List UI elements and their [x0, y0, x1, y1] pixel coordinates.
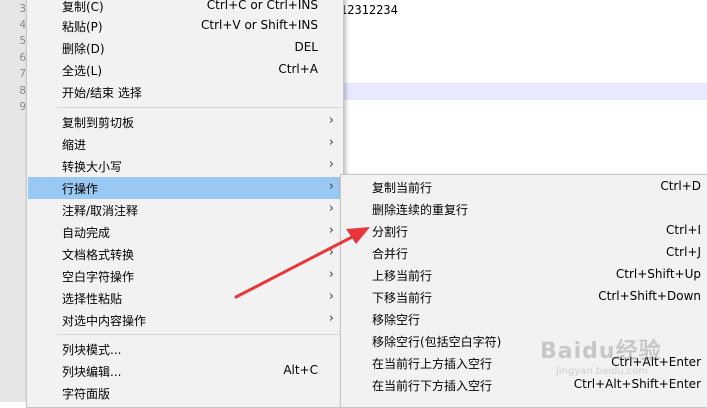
annotation-arrow-icon — [234, 227, 370, 299]
